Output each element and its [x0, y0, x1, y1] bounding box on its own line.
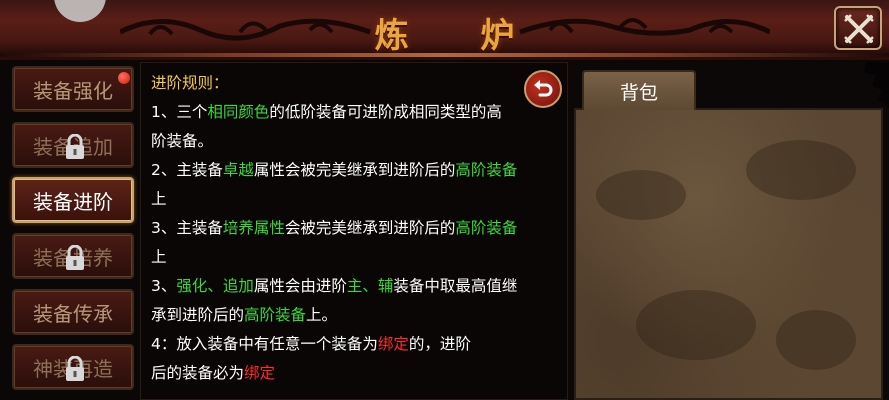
back-button[interactable]	[524, 70, 562, 108]
sidebar-item-remake[interactable]: 神装再造	[12, 344, 134, 390]
sidebar-item-label: 装备传承	[33, 301, 113, 326]
return-arrow-icon	[534, 80, 553, 97]
rule-line: 承到进阶后的高阶装备上。	[151, 306, 338, 324]
tab-bag[interactable]: 背包	[582, 70, 696, 110]
sidebar: 装备强化 装备追加 装备进阶 装备培养 装备传承 神装再造	[0, 60, 140, 400]
rule-line: 后的装备必为绑定	[151, 364, 276, 382]
sidebar-item-append[interactable]: 装备追加	[12, 122, 134, 168]
sidebar-item-advance[interactable]: 装备进阶	[12, 177, 134, 223]
rule-line: 上	[151, 190, 167, 208]
bag-grid-area[interactable]	[574, 108, 883, 400]
lock-icon	[66, 134, 84, 159]
notification-dot-icon	[118, 72, 130, 84]
close-x-icon	[844, 14, 874, 44]
sidebar-item-inherit[interactable]: 装备传承	[12, 289, 134, 335]
lock-icon	[66, 356, 84, 381]
title-bar: 炼 炉	[0, 0, 889, 60]
torn-corner-icon	[838, 62, 889, 108]
bag-panel: 背包	[568, 62, 889, 400]
rules-panel: 进阶规则： 1、三个相同颜色的低阶装备可进阶成相同类型的高 阶装备。 2、主装备…	[140, 62, 568, 400]
rule-line: 3、强化、追加属性会由进阶主、辅装备中取最高值继	[151, 277, 518, 295]
rule-line: 阶装备。	[151, 132, 214, 150]
window-title: 炼 炉	[374, 16, 545, 56]
sidebar-item-cultivate[interactable]: 装备培养	[12, 233, 134, 279]
sidebar-item-label: 装备进阶	[33, 189, 113, 214]
close-button[interactable]	[834, 6, 882, 50]
rules-heading: 进阶规则：	[151, 74, 229, 92]
rule-line: 2、主装备卓越属性会被完美继承到进阶后的高阶装备	[151, 161, 518, 179]
rule-line: 4：放入装备中有任意一个装备为绑定的，进阶	[151, 335, 471, 353]
sidebar-item-enhance[interactable]: 装备强化	[12, 66, 134, 112]
rule-line: 上	[151, 248, 167, 266]
tab-bag-label: 背包	[619, 81, 658, 104]
sidebar-item-label: 装备强化	[33, 78, 113, 103]
rule-line: 3、主装备培养属性会被完美继承到进阶后的高阶装备	[151, 219, 518, 237]
rule-line: 1、三个相同颜色的低阶装备可进阶成相同类型的高	[151, 103, 502, 121]
lock-icon	[66, 245, 84, 270]
